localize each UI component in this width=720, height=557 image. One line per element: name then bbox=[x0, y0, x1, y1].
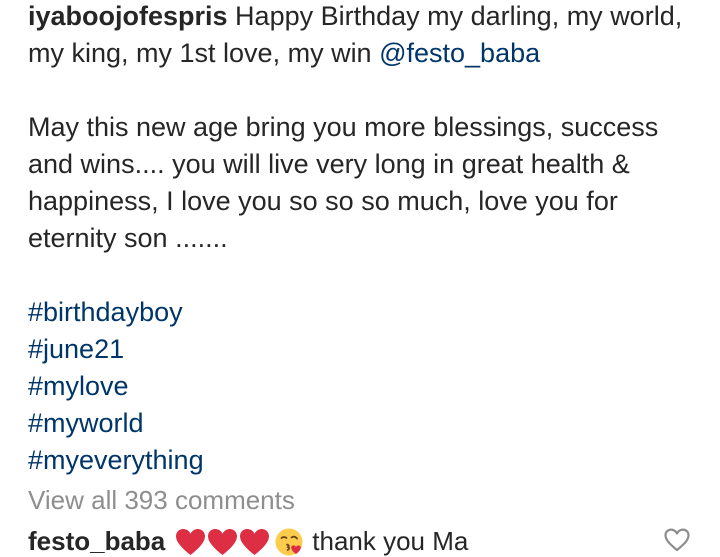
caption-line: May this new age bring you more blessing… bbox=[28, 112, 659, 142]
face-blowing-kiss-emoji-icon bbox=[274, 527, 304, 557]
caption-line: my king, my 1st love, my win @festo_baba bbox=[28, 35, 712, 72]
post-caption: iyaboojofespris Happy Birthday my darlin… bbox=[28, 0, 712, 479]
red-heart-emoji-icon bbox=[239, 528, 270, 556]
red-heart-emoji-icon bbox=[207, 528, 238, 556]
mention-link[interactable]: @festo_baba bbox=[379, 38, 540, 68]
caption-line: and wins.... you will live very long in … bbox=[28, 149, 630, 179]
hashtag-link[interactable]: #myeverything bbox=[28, 442, 712, 479]
hashtag-link[interactable]: #june21 bbox=[28, 331, 712, 368]
top-comment: festo_baba thank you Ma bbox=[28, 523, 720, 557]
view-all-comments-link[interactable]: View all 393 comments bbox=[28, 482, 295, 519]
caption-line: happiness, I love you so so so much, lov… bbox=[28, 186, 618, 216]
caption-line: iyaboojofespris Happy Birthday my darlin… bbox=[28, 0, 712, 35]
hashtag-link[interactable]: #mylove bbox=[28, 368, 712, 405]
hashtag-link[interactable]: #birthdayboy bbox=[28, 294, 712, 331]
caption-line: eternity son ....... bbox=[28, 223, 228, 253]
hashtag-link[interactable]: #myworld bbox=[28, 405, 712, 442]
red-heart-emoji-icon bbox=[175, 528, 206, 556]
comment-emoji-group bbox=[175, 528, 270, 556]
comment-username[interactable]: festo_baba bbox=[28, 523, 165, 557]
heart-outline-icon[interactable] bbox=[664, 528, 690, 552]
caption-username[interactable]: iyaboojofespris bbox=[28, 1, 228, 31]
caption-text: Happy Birthday my darling, my world, bbox=[227, 1, 683, 31]
comment-text: thank you Ma bbox=[312, 526, 469, 556]
caption-text: my king, my 1st love, my win bbox=[28, 38, 380, 68]
